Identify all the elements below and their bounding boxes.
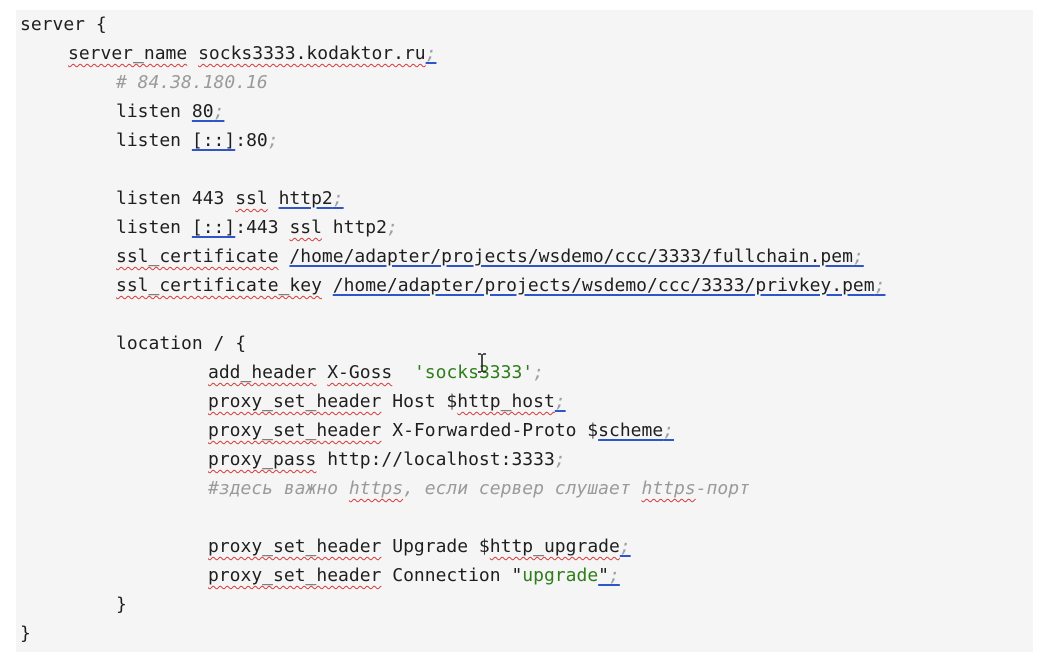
location-block-close: } <box>116 594 127 615</box>
certificate-path: /home/adapter/projects/wsdemo/ccc/3333/f… <box>289 246 853 267</box>
proxy-pass-url: http://localhost:3333 <box>327 449 555 470</box>
listen-directive: listen <box>116 217 182 238</box>
proxy-pass-directive: proxy_pass <box>208 449 317 470</box>
quote: " <box>511 565 523 586</box>
semicolon: ; <box>386 217 398 238</box>
server-name-value: socks3333.kodaktor.ru <box>198 43 426 64</box>
code-line-5: listen [::]:80; <box>116 126 279 155</box>
semicolon: ; <box>874 275 886 296</box>
ssl-certificate-directive: ssl_certificate <box>116 246 279 267</box>
comment-text: #здесь важно <box>208 478 349 499</box>
server-block-close: } <box>20 623 31 644</box>
certificate-key-path: /home/adapter/projects/wsdemo/ccc/3333/p… <box>332 275 875 296</box>
code-line-11: add_header X-Goss 'socks3333'; <box>208 358 544 387</box>
semicolon: ; <box>554 449 566 470</box>
code-line-13: proxy_set_header X-Forwarded-Proto $sche… <box>208 416 674 445</box>
proxy-set-header-directive: proxy_set_header <box>208 536 382 557</box>
nginx-variable: scheme <box>598 420 664 441</box>
semicolon: ; <box>619 536 631 557</box>
text-cursor-icon <box>478 353 486 373</box>
comment-text: -порт <box>695 478 750 499</box>
header-name: Host $ <box>392 391 458 412</box>
code-line-1: server { <box>20 10 107 39</box>
listen-directive: listen <box>116 130 182 151</box>
header-name: Connection <box>392 565 512 586</box>
comment-text: , если сервер слушает <box>403 478 642 499</box>
code-line-9: ssl_certificate_key /home/adapter/projec… <box>116 271 885 300</box>
header-name: X-Goss <box>327 362 393 383</box>
semicolon: ; <box>609 565 620 586</box>
code-line-14: proxy_pass http://localhost:3333; <box>208 445 566 474</box>
listen-address: [::] <box>191 217 236 238</box>
semicolon: ; <box>213 101 225 122</box>
listen-port: :80 <box>235 130 268 151</box>
proxy-set-header-directive: proxy_set_header <box>208 391 382 412</box>
ssl-certificate-key-directive: ssl_certificate_key <box>116 275 322 296</box>
comment-https: https <box>641 478 696 499</box>
code-line-7: listen [::]:443 ssl http2; <box>116 213 398 242</box>
semicolon: ; <box>663 420 675 441</box>
code-line-10: location / { <box>116 329 246 358</box>
semicolon: ; <box>332 188 344 209</box>
code-editor[interactable]: server { server_name socks3333.kodaktor.… <box>16 10 1033 652</box>
header-value-string: 'socks3333' <box>413 362 534 383</box>
code-line-8: ssl_certificate /home/adapter/projects/w… <box>116 242 864 271</box>
semicolon: ; <box>554 391 566 412</box>
code-line-12: proxy_set_header Host $http_host; <box>208 387 566 416</box>
code-line-19: } <box>20 619 31 648</box>
quote: " <box>598 565 609 586</box>
header-name: Upgrade $ <box>392 536 490 557</box>
listen-directive: listen <box>116 101 182 122</box>
code-line-16: proxy_set_header Upgrade $http_upgrade; <box>208 532 631 561</box>
semicolon: ; <box>267 130 279 151</box>
listen-port: 80 <box>191 101 214 122</box>
proxy-set-header-directive: proxy_set_header <box>208 420 382 441</box>
add-header-directive: add_header <box>208 362 317 383</box>
header-value-string: upgrade <box>522 565 599 586</box>
header-name: X-Forwarded-Proto $ <box>392 420 599 441</box>
comment-https: https <box>348 478 404 499</box>
location-block-open: location / { <box>116 333 247 354</box>
listen-address: [::] <box>191 130 236 151</box>
listen-port: :443 <box>235 217 279 238</box>
semicolon: ; <box>852 246 864 267</box>
ssl-flag: ssl <box>235 188 268 209</box>
code-line-6: listen 443 ssl http2; <box>116 184 344 213</box>
code-line-15: #здесь важно https, если сервер слушает … <box>208 474 750 503</box>
code-line-17: proxy_set_header Connection "upgrade"; <box>208 561 620 590</box>
nginx-variable: http_upgrade <box>489 536 620 557</box>
code-line-3: # 84.38.180.16 <box>116 68 268 97</box>
code-line-2: server_name socks3333.kodaktor.ru; <box>68 39 436 68</box>
semicolon: ; <box>533 362 544 383</box>
http2-flag: http2 <box>278 188 333 209</box>
server-block-open: server { <box>20 14 107 35</box>
nginx-variable: http_host <box>457 391 555 412</box>
server-name-directive: server_name <box>68 43 188 64</box>
http2-flag: http2 <box>332 217 387 238</box>
listen-directive: listen 443 <box>116 188 225 209</box>
code-line-18: } <box>116 590 127 619</box>
ip-comment: # 84.38.180.16 <box>116 72 268 93</box>
proxy-set-header-directive: proxy_set_header <box>208 565 382 586</box>
code-line-4: listen 80; <box>116 97 224 126</box>
semicolon: ; <box>425 43 437 64</box>
ssl-flag: ssl <box>289 217 322 238</box>
